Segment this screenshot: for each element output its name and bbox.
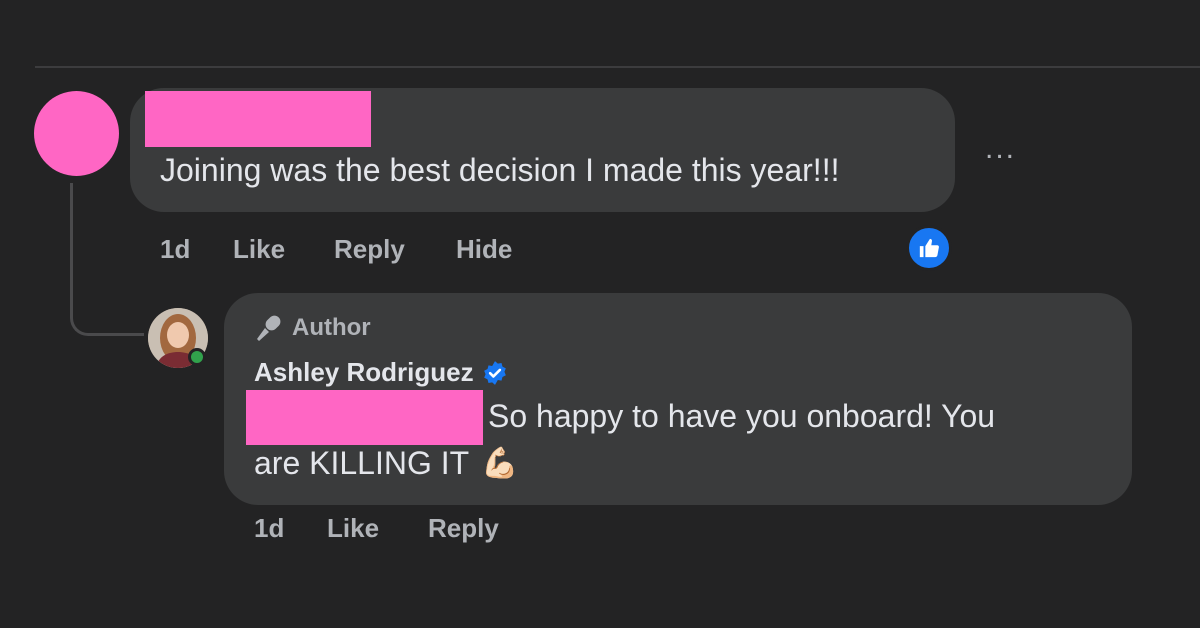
reply-reply-button[interactable]: Reply <box>428 513 499 544</box>
reply-like-button[interactable]: Like <box>327 513 379 544</box>
reply-timestamp[interactable]: 1d <box>254 513 284 544</box>
reply-text-line2: are KILLING IT 💪🏻 <box>254 445 519 482</box>
commenter-avatar-redacted[interactable] <box>34 91 119 176</box>
top-divider <box>35 66 1200 68</box>
flexed-biceps-emoji-icon: 💪🏻 <box>481 447 519 480</box>
comment-like-button[interactable]: Like <box>233 234 285 265</box>
reply-author-row: Ashley Rodriguez <box>254 357 508 388</box>
online-status-indicator <box>188 348 206 366</box>
reply-text-line1: So happy to have you onboard! You <box>488 398 996 434</box>
microphone-icon <box>257 315 281 341</box>
thread-connector-line <box>70 183 144 336</box>
reply-text-line2-text: are KILLING IT <box>254 445 470 481</box>
comment-hide-button[interactable]: Hide <box>456 234 512 265</box>
commenter-name-redacted[interactable] <box>145 91 371 147</box>
thumbs-up-reaction-icon[interactable] <box>906 225 952 271</box>
comment-timestamp[interactable]: 1d <box>160 234 190 265</box>
comment-reply-button[interactable]: Reply <box>334 234 405 265</box>
more-options-icon[interactable]: ... <box>985 134 1016 164</box>
author-badge-label: Author <box>292 314 371 341</box>
reply-bubble: Author Ashley Rodriguez So happy to have… <box>224 293 1132 505</box>
comment-bubble: Joining was the best decision I made thi… <box>130 88 955 212</box>
mentioned-user-redacted[interactable] <box>246 390 483 445</box>
comment-text: Joining was the best decision I made thi… <box>160 152 840 188</box>
reply-author-name[interactable]: Ashley Rodriguez <box>254 357 474 388</box>
verified-badge-icon <box>483 360 506 385</box>
author-badge: Author <box>254 313 371 343</box>
